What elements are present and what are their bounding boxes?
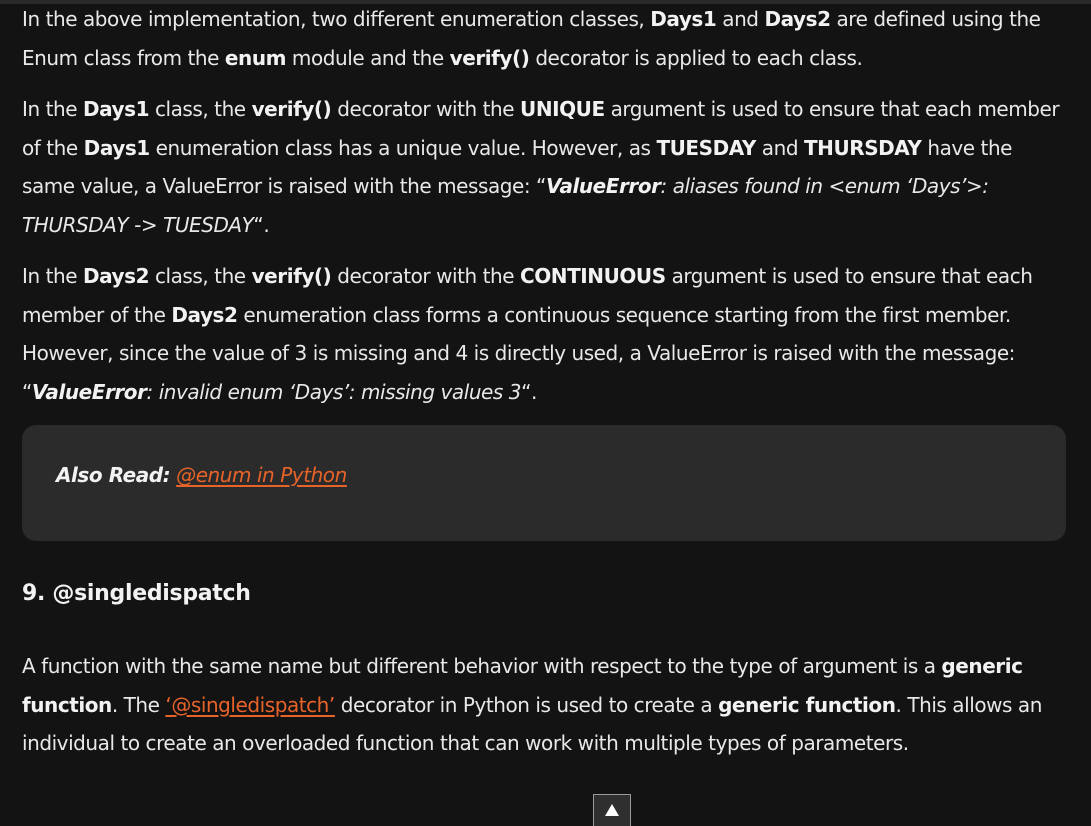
bold-days1: Days1 <box>83 135 151 160</box>
text: In the <box>22 264 83 288</box>
bold-verify: verify() <box>251 264 332 288</box>
paragraph-implementation: In the above implementation, two differe… <box>22 0 1068 77</box>
text: “. <box>253 212 270 237</box>
paragraph-singledispatch: A function with the same name but differ… <box>22 647 1068 763</box>
text: enumeration class has a unique value. Ho… <box>149 135 657 160</box>
bold-unique: UNIQUE <box>520 97 605 121</box>
section-heading: 9. @singledispatch <box>22 581 251 606</box>
text: . The <box>111 692 166 717</box>
bold-days1: Days1 <box>650 7 717 31</box>
text: and <box>716 7 765 31</box>
singledispatch-link[interactable]: ‘@singledispatch’ <box>165 693 335 717</box>
bold-days2: Days2 <box>82 264 150 288</box>
also-read-content: Also Read: @enum in Python <box>56 459 347 491</box>
bold-generic-function: generic function <box>718 692 896 717</box>
also-read-callout: Also Read: @enum in Python <box>22 425 1066 541</box>
bold-tuesday: TUESDAY <box>656 135 756 160</box>
bold-italic-valueerror: ValueError <box>31 379 147 404</box>
text: “. <box>521 379 537 404</box>
text: In the <box>22 97 83 121</box>
text: and <box>755 135 804 160</box>
text: In the above implementation, two differe… <box>22 7 651 31</box>
bold-enum: enum <box>224 45 287 70</box>
bold-continuous: CONTINUOUS <box>520 264 666 288</box>
text: decorator is applied to each class. <box>529 45 863 70</box>
scroll-to-top-button[interactable] <box>593 794 631 826</box>
text: decorator with the <box>331 264 521 288</box>
arrow-up-icon <box>605 804 619 816</box>
text: A function with the same name but differ… <box>22 654 942 678</box>
paragraph-days2: In the Days2 class, the verify() decorat… <box>22 257 1068 411</box>
bold-italic-valueerror: ValueError <box>545 174 661 198</box>
text: decorator in Python is used to create a <box>334 692 719 717</box>
text: module and the <box>286 45 450 70</box>
bold-days2: Days2 <box>764 7 831 31</box>
bold-verify: verify() <box>449 45 530 70</box>
italic-error-message: : invalid enum ‘Days’: missing values 3 <box>146 379 522 404</box>
text: decorator with the <box>331 97 521 121</box>
also-read-label: Also Read: <box>56 463 171 487</box>
text: class, the <box>149 97 252 121</box>
bold-days1: Days1 <box>82 97 150 121</box>
paragraph-days1: In the Days1 class, the verify() decorat… <box>22 90 1068 244</box>
bold-days2: Days2 <box>171 302 238 327</box>
also-read-link[interactable]: @enum in Python <box>176 463 347 487</box>
bold-thursday: THURSDAY <box>803 135 922 160</box>
text: class, the <box>149 264 252 288</box>
bold-verify: verify() <box>251 97 332 121</box>
